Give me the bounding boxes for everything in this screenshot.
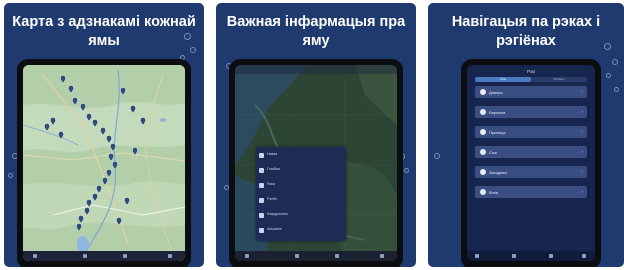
map-pin-icon[interactable] xyxy=(76,223,82,232)
satellite-screen[interactable]: Назва Глыбіня Рака Рэгіён Каардынаты Апі… xyxy=(235,65,397,261)
map-tab-icon[interactable] xyxy=(475,254,479,258)
bubble-decoration xyxy=(614,87,619,92)
water-drop-icon xyxy=(480,109,486,115)
map-pin-icon[interactable] xyxy=(44,123,50,132)
status-bar xyxy=(235,65,397,74)
map-pin-icon[interactable] xyxy=(130,105,136,114)
bubble-decoration xyxy=(434,153,440,159)
map-pin-icon[interactable] xyxy=(72,97,78,106)
detail-row-description: Апісанне xyxy=(256,223,346,240)
settings-tab-icon[interactable] xyxy=(582,254,586,258)
tab-bar xyxy=(467,251,595,261)
map-pin-icon[interactable] xyxy=(92,193,98,202)
search-tab-icon[interactable] xyxy=(123,254,127,258)
settings-tab-icon[interactable] xyxy=(168,254,172,258)
chevron-right-icon: › xyxy=(581,109,583,115)
map-pin-icon[interactable] xyxy=(120,87,126,96)
map-pin-icon[interactable] xyxy=(92,119,98,128)
tablet-frame: Рэкі Рэкі Рэгіёны Дняпро › Бярэзіна › Пр… xyxy=(461,59,601,267)
bubble-decoration xyxy=(606,73,611,78)
map-pin-icon[interactable] xyxy=(58,131,64,140)
water-drop-icon xyxy=(480,149,486,155)
map-pin-icon[interactable] xyxy=(96,185,102,194)
rivers-screen[interactable]: Рэкі Рэкі Рэгіёны Дняпро › Бярэзіна › Пр… xyxy=(467,65,595,261)
info-icon xyxy=(259,153,264,158)
tablet-frame xyxy=(17,59,191,267)
map-pin-icon[interactable] xyxy=(106,135,112,144)
description-icon xyxy=(259,228,264,233)
segment-control: Рэкі Рэгіёны xyxy=(475,77,587,82)
location-icon xyxy=(259,213,264,218)
list-tab-icon[interactable] xyxy=(512,254,516,258)
list-tab-icon[interactable] xyxy=(83,254,87,258)
chevron-right-icon: › xyxy=(581,189,583,195)
depth-icon xyxy=(259,168,264,173)
map-tab-bar xyxy=(23,251,185,261)
segment-rivers[interactable]: Рэкі xyxy=(475,77,531,82)
map-pin-icon[interactable] xyxy=(132,147,138,156)
settings-tab-icon[interactable] xyxy=(380,254,384,258)
map-pin-icon[interactable] xyxy=(106,169,112,178)
map-pin-icon[interactable] xyxy=(102,177,108,186)
river-list-item[interactable]: Дняпро › xyxy=(475,86,587,98)
map-pin-icon[interactable] xyxy=(68,85,74,94)
river-list-item[interactable]: Сож › xyxy=(475,146,587,158)
map-screen[interactable] xyxy=(23,65,185,261)
map-pin-icon[interactable] xyxy=(140,117,146,126)
chevron-right-icon: › xyxy=(581,129,583,135)
map-pin-icon[interactable] xyxy=(108,153,114,162)
bubble-decoration xyxy=(404,168,409,173)
screen-title: Рэкі xyxy=(527,69,535,74)
map-pin-icon[interactable] xyxy=(80,103,86,112)
promo-panel-navigation: Навігацыя па рэках і рэгіёнах Рэкі Рэкі … xyxy=(428,3,624,267)
search-tab-icon[interactable] xyxy=(549,254,553,258)
water-drop-icon xyxy=(480,89,486,95)
river-icon xyxy=(259,183,264,188)
river-list-item[interactable]: Бярэзіна › xyxy=(475,106,587,118)
map-pin-icon[interactable] xyxy=(78,215,84,224)
pit-detail-popup: Назва Глыбіня Рака Рэгіён Каардынаты Апі… xyxy=(256,147,346,241)
list-tab-icon[interactable] xyxy=(295,254,299,258)
map-pin-icon[interactable] xyxy=(86,113,92,122)
map-tab-icon[interactable] xyxy=(33,254,37,258)
chevron-right-icon: › xyxy=(581,169,583,175)
map-tab-bar xyxy=(235,251,397,261)
river-list-item[interactable]: Прыпяць › xyxy=(475,126,587,138)
water-drop-icon xyxy=(480,189,486,195)
promo-panel-details: Важная інфармацыя пра яму Назва Глыбіня … xyxy=(216,3,416,267)
search-tab-icon[interactable] xyxy=(335,254,339,258)
water-drop-icon xyxy=(480,129,486,135)
segment-regions[interactable]: Рэгіёны xyxy=(531,77,587,82)
map-pin-icon[interactable] xyxy=(100,127,106,136)
river-list-item[interactable]: Вілія › xyxy=(475,186,587,198)
map-pin-icon[interactable] xyxy=(124,197,130,206)
region-icon xyxy=(259,198,264,203)
bubble-decoration xyxy=(8,173,13,178)
map-pins-layer xyxy=(44,75,146,232)
map-pin-icon[interactable] xyxy=(110,143,116,152)
chevron-right-icon: › xyxy=(581,149,583,155)
promo-panel-map: Карта з адзнакамі кожнай ямы xyxy=(4,3,204,267)
panel-caption: Карта з адзнакамі кожнай ямы xyxy=(12,14,196,49)
bubble-decoration xyxy=(612,59,618,65)
chevron-right-icon: › xyxy=(581,89,583,95)
panel-caption: Важная інфармацыя пра яму xyxy=(226,14,406,49)
map-tab-icon[interactable] xyxy=(245,254,249,258)
panel-caption: Навігацыя па рэках і рэгіёнах xyxy=(451,14,601,49)
map-pin-icon[interactable] xyxy=(60,75,66,84)
tablet-frame: Назва Глыбіня Рака Рэгіён Каардынаты Апі… xyxy=(229,59,403,267)
map-pin-icon[interactable] xyxy=(116,217,122,226)
map-pin-icon[interactable] xyxy=(84,207,90,216)
map-pin-icon[interactable] xyxy=(112,161,118,170)
map-pin-icon[interactable] xyxy=(86,199,92,208)
river-list-item[interactable]: Заходняя › xyxy=(475,166,587,178)
water-drop-icon xyxy=(480,169,486,175)
map-pin-icon[interactable] xyxy=(50,117,56,126)
